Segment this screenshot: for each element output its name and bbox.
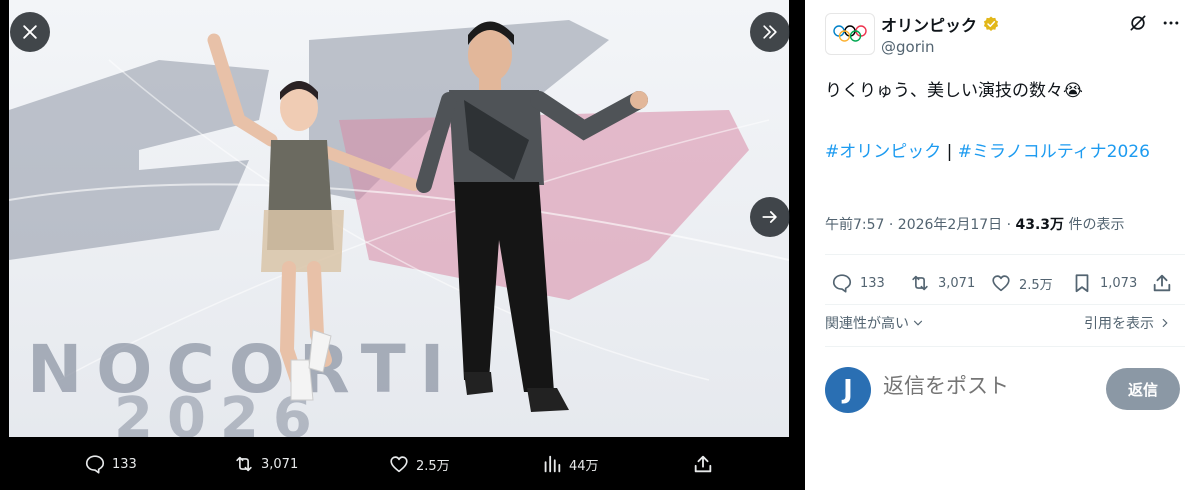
share-icon xyxy=(694,455,712,473)
media-viewer: NOCORTI 2026 133 3,071 2.5万 44万 xyxy=(0,0,805,490)
reply-icon xyxy=(85,455,105,474)
media-reply-button[interactable]: 133 xyxy=(84,453,137,475)
chevron-down-icon xyxy=(913,320,923,326)
reply-icon xyxy=(832,274,852,293)
media-share-button[interactable] xyxy=(692,453,714,475)
reply-count: 133 xyxy=(860,275,885,291)
tweet-text: りくりゅう、美しい演技の数々😭 xyxy=(825,81,1083,101)
heart-icon xyxy=(992,275,1010,292)
heart-icon xyxy=(390,456,408,473)
reply-button[interactable]: 133 xyxy=(831,272,885,294)
verified-badge-icon xyxy=(983,16,999,32)
tweet-detail-pane: オリンピック @gorin りくりゅう、美しい演技の数々😭 #オリンピック | … xyxy=(805,0,1200,490)
author-avatar[interactable] xyxy=(825,13,875,55)
media-like-button[interactable]: 2.5万 xyxy=(388,453,450,475)
divider xyxy=(825,304,1185,305)
bar-chart-icon xyxy=(544,455,561,473)
author-name[interactable]: オリンピック xyxy=(881,12,1000,36)
media-retweet-button[interactable]: 3,071 xyxy=(233,453,298,475)
double-chevron-right-icon xyxy=(763,25,777,39)
bookmark-count: 1,073 xyxy=(1100,275,1138,291)
media-reply-count: 133 xyxy=(112,456,137,472)
more-dots-icon xyxy=(1163,21,1179,25)
media-views-button[interactable]: 44万 xyxy=(541,453,599,475)
grok-icon xyxy=(1130,15,1146,31)
more-options-button[interactable] xyxy=(1160,12,1182,34)
reply-input[interactable] xyxy=(883,374,1093,398)
bookmark-icon xyxy=(1075,274,1089,293)
reply-submit-button[interactable]: 返信 xyxy=(1106,368,1180,410)
retweet-count: 3,071 xyxy=(938,275,976,291)
retweet-icon xyxy=(912,275,928,291)
media-retweet-count: 3,071 xyxy=(261,456,299,472)
divider xyxy=(825,254,1185,255)
tweet-meta: 午前7:57 · 2026年2月17日 · 43.3万 件の表示 xyxy=(825,214,1125,234)
user-avatar[interactable]: J xyxy=(825,367,871,413)
sort-replies-dropdown[interactable]: 関連性が高い xyxy=(825,313,925,333)
author-handle[interactable]: @gorin xyxy=(881,38,935,56)
tweet-photo[interactable]: NOCORTI 2026 xyxy=(9,0,789,437)
media-action-bar: 133 3,071 2.5万 44万 xyxy=(0,440,805,490)
close-button[interactable] xyxy=(10,12,50,52)
tweet-hashtags: #オリンピック | #ミラノコルティナ2026 xyxy=(825,138,1175,166)
hashtag-separator: | xyxy=(946,142,953,162)
retweet-button[interactable]: 3,071 xyxy=(909,272,975,294)
chevron-right-icon xyxy=(1162,318,1168,328)
share-button[interactable] xyxy=(1151,272,1173,294)
like-count: 2.5万 xyxy=(1019,277,1053,293)
view-quotes-link[interactable]: 引用を表示 xyxy=(1084,313,1172,333)
retweet-icon xyxy=(236,456,252,472)
olympic-rings-icon xyxy=(833,25,867,42)
next-media-button[interactable] xyxy=(750,197,790,237)
like-button[interactable]: 2.5万 xyxy=(990,272,1053,294)
hashtag-link[interactable]: #ミラノコルティナ2026 xyxy=(958,142,1150,162)
divider xyxy=(825,346,1185,347)
media-view-count: 44万 xyxy=(569,458,599,474)
tweet-view-count: 43.3万 xyxy=(1015,217,1065,233)
quotes-label: 引用を表示 xyxy=(1084,316,1154,332)
share-icon xyxy=(1153,274,1171,292)
arrow-right-icon xyxy=(762,211,777,223)
bookmark-button[interactable]: 1,073 xyxy=(1071,272,1137,294)
media-like-count: 2.5万 xyxy=(416,458,450,474)
grok-button[interactable] xyxy=(1127,12,1149,34)
sort-label: 関連性が高い xyxy=(825,316,909,332)
author-name-text: オリンピック xyxy=(881,16,978,35)
tweet-view-label: 件の表示 xyxy=(1064,217,1125,233)
expand-pane-button[interactable] xyxy=(750,12,790,52)
tweet-timestamp[interactable]: 午前7:57 · 2026年2月17日 · xyxy=(825,217,1016,233)
close-icon xyxy=(23,25,37,39)
hashtag-link[interactable]: #オリンピック xyxy=(825,142,941,162)
